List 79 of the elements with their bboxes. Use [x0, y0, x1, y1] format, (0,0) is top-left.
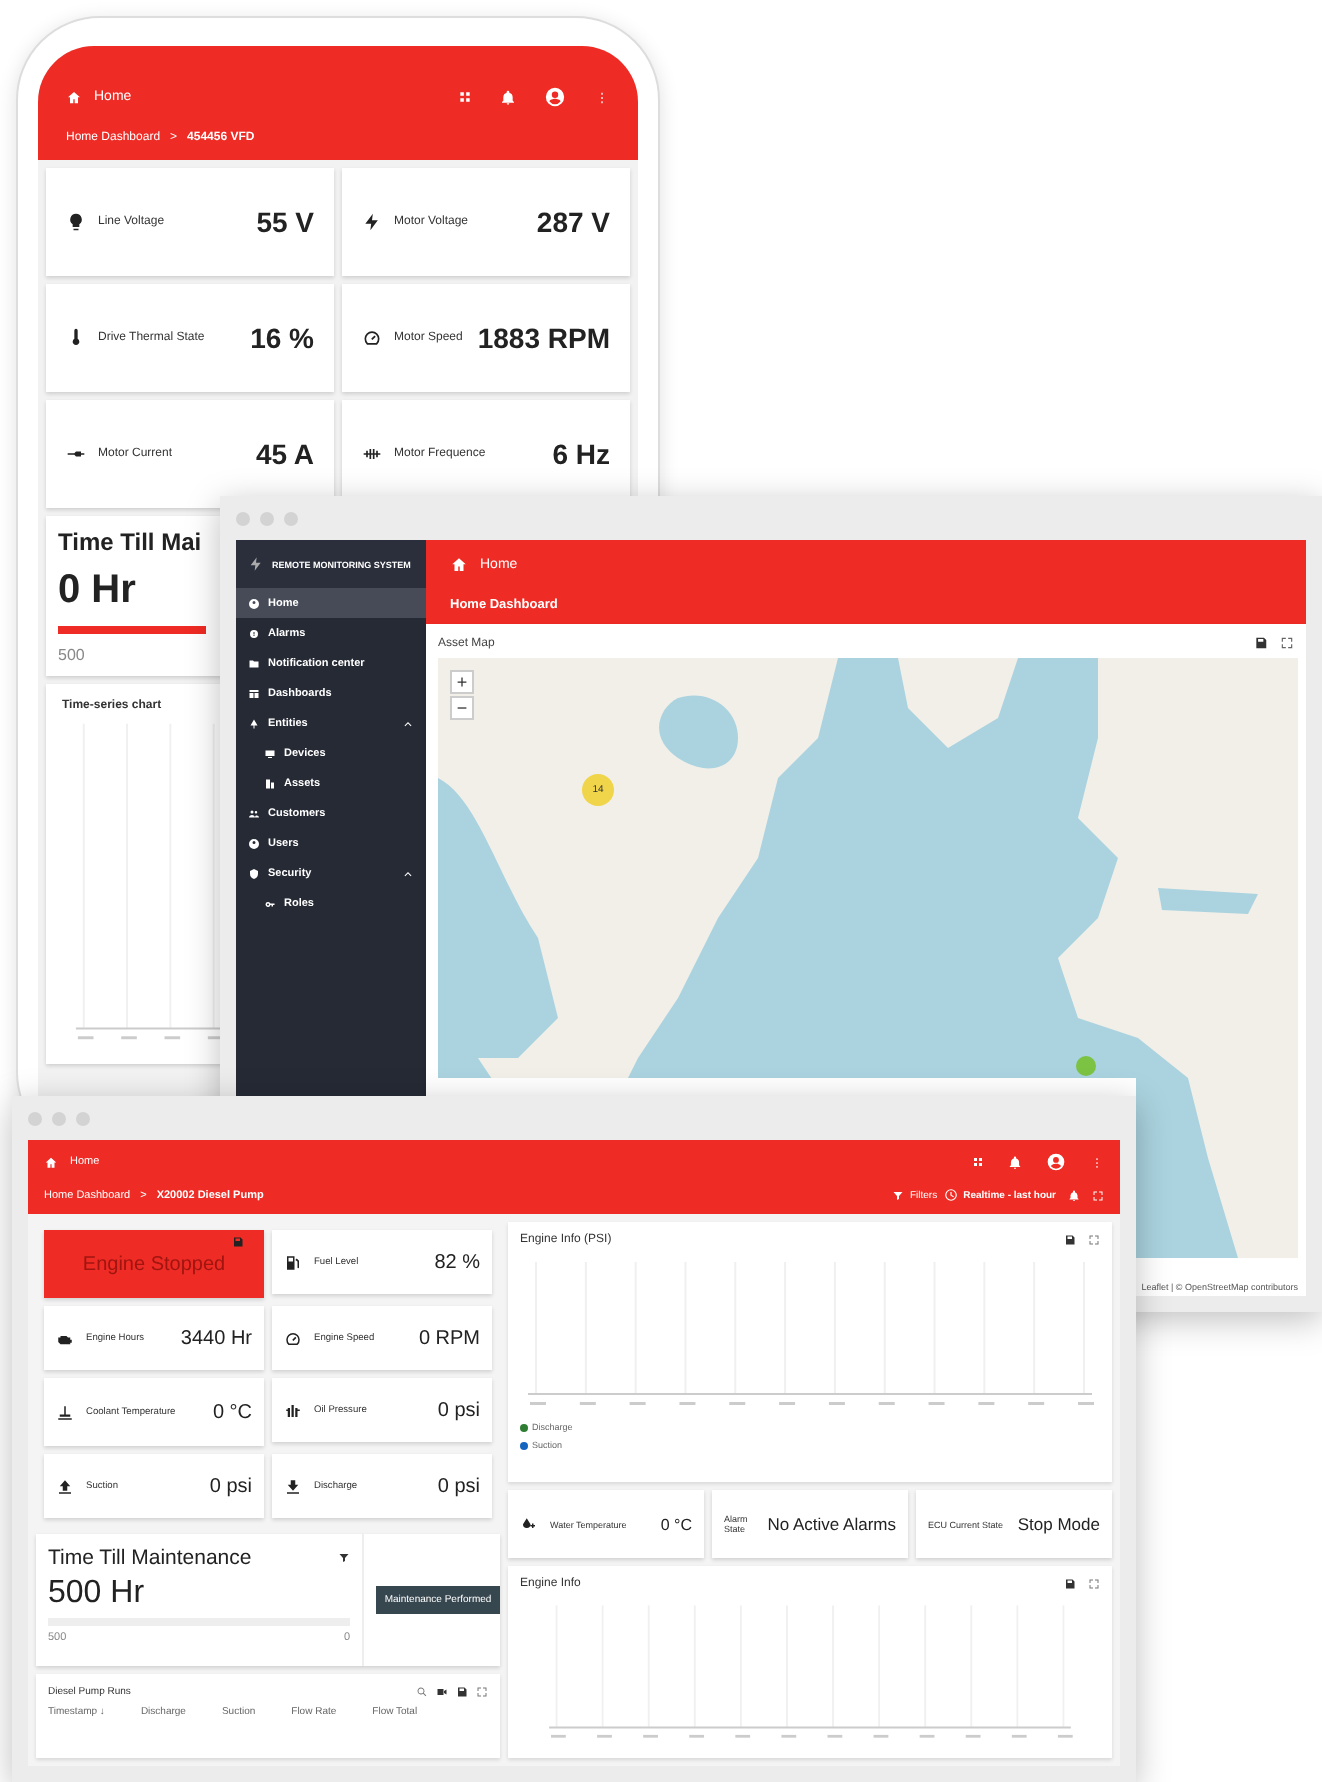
zoom-in-button[interactable]: +	[450, 670, 474, 694]
metric-value: 16 %	[250, 322, 314, 354]
window-dot[interactable]	[284, 511, 298, 525]
chevron-up-icon	[402, 867, 414, 879]
folder-icon	[248, 657, 260, 669]
metric-value: 1883 RPM	[477, 322, 610, 354]
metric-value: 0 psi	[209, 1475, 252, 1497]
grid-icon[interactable]	[972, 1156, 984, 1168]
save-icon[interactable]	[1254, 636, 1268, 650]
hours-value: 500 Hr	[48, 1576, 147, 1612]
fullscreen-icon[interactable]	[476, 1686, 488, 1698]
fuel-icon	[284, 1253, 302, 1271]
video-icon[interactable]	[436, 1686, 448, 1698]
fullscreen-icon[interactable]	[1088, 1578, 1100, 1590]
legend-marker-icon	[520, 1441, 528, 1449]
fullscreen-icon[interactable]	[1280, 636, 1294, 650]
metric-value: 6 Hz	[552, 438, 610, 470]
metric-value: 55 V	[256, 206, 314, 238]
account-icon[interactable]	[544, 86, 566, 108]
metric-value: 0 psi	[437, 1475, 480, 1497]
window-dot[interactable]	[76, 1111, 90, 1125]
state-value: 0 °C	[660, 1515, 692, 1533]
fullscreen-icon[interactable]	[1092, 1189, 1104, 1201]
dashboard-icon	[248, 687, 260, 699]
gauge-icon	[362, 328, 382, 348]
coolant-icon	[56, 1403, 74, 1421]
bolt-icon	[362, 212, 382, 232]
metric-value: 287 V	[536, 206, 610, 238]
filter-icon	[891, 1189, 904, 1201]
save-icon[interactable]	[1064, 1578, 1076, 1590]
metric-value: 0 psi	[437, 1399, 480, 1421]
map-drawing[interactable]	[1136, 1078, 1298, 1258]
grid-icon[interactable]	[458, 90, 472, 104]
state-value: No Active Alarms	[767, 1514, 896, 1534]
zoom-out-button[interactable]: −	[450, 696, 474, 720]
more-icon[interactable]	[1090, 1155, 1104, 1169]
window-dot[interactable]	[28, 1111, 42, 1125]
gauge-icon	[284, 1329, 302, 1347]
state-value: Stop Mode	[1017, 1514, 1100, 1534]
bell-icon[interactable]	[500, 89, 516, 105]
save-icon	[232, 1236, 244, 1248]
key-icon	[264, 897, 276, 909]
legend-marker-icon	[520, 1423, 528, 1431]
chevron-up-icon	[402, 717, 414, 729]
metric-value: 45 A	[255, 438, 314, 470]
sort-icon	[338, 1552, 350, 1564]
save-icon[interactable]	[456, 1686, 468, 1698]
metric-value: 0 RPM	[418, 1327, 480, 1349]
card-title: Time Till Mai	[58, 528, 202, 556]
drop-icon	[520, 1515, 538, 1533]
customers-icon	[248, 807, 260, 819]
alarm-icon	[248, 627, 260, 639]
upload-icon	[56, 1477, 74, 1495]
clock-icon	[943, 1188, 958, 1202]
wave-icon	[362, 444, 382, 464]
entity-icon	[248, 717, 260, 729]
logo-icon	[248, 556, 264, 572]
device-icon	[264, 747, 276, 759]
shield-icon	[248, 867, 260, 879]
bell-icon[interactable]	[1008, 1155, 1022, 1169]
window-dot[interactable]	[260, 511, 274, 525]
window-dot[interactable]	[52, 1111, 66, 1125]
window-dot[interactable]	[236, 511, 250, 525]
asset-icon	[264, 777, 276, 789]
map-marker-icon[interactable]	[1076, 1056, 1096, 1076]
search-icon[interactable]	[416, 1686, 428, 1698]
save-icon[interactable]	[1064, 1234, 1076, 1246]
download-icon	[284, 1477, 302, 1495]
bulb-icon	[66, 212, 86, 232]
card-title: Time Till Maintenance	[48, 1546, 252, 1570]
status-text: Engine Stopped	[82, 1253, 226, 1275]
oil-icon	[284, 1401, 302, 1419]
hours-value: 0 Hr	[58, 568, 136, 614]
range-start: 500	[58, 646, 85, 664]
metric-value: 82 %	[434, 1251, 480, 1273]
metric-value: 0 °C	[212, 1401, 252, 1423]
fullscreen-icon[interactable]	[1088, 1234, 1100, 1246]
account-icon[interactable]	[1046, 1152, 1066, 1172]
metric-value: 3440 Hr	[180, 1327, 252, 1349]
